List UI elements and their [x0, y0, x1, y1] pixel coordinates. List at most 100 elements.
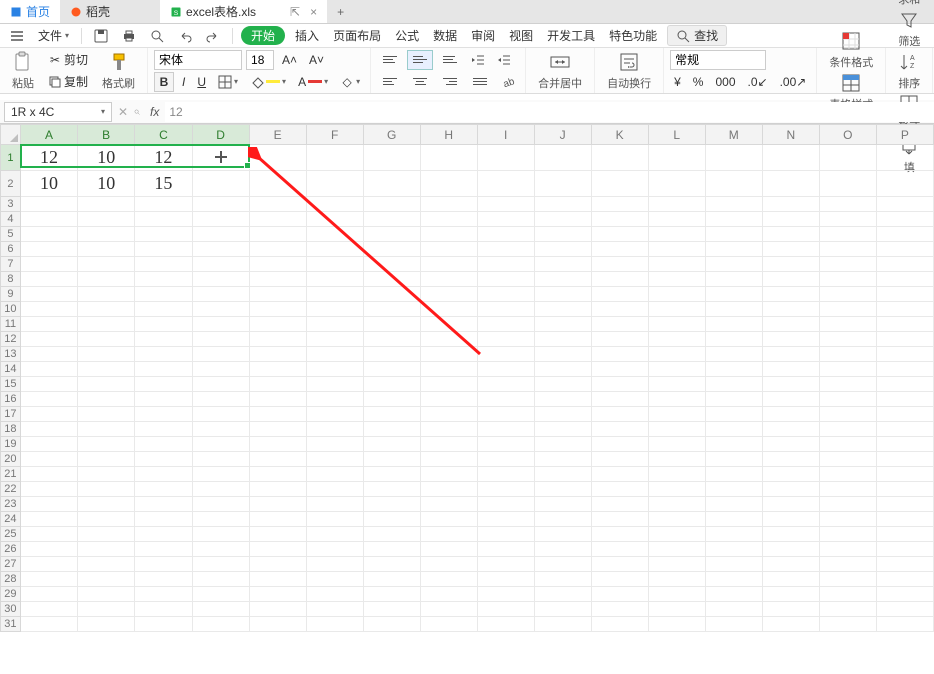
cell[interactable] — [591, 347, 648, 362]
cell[interactable] — [705, 587, 762, 602]
cell[interactable] — [420, 542, 477, 557]
cell[interactable] — [534, 617, 591, 632]
cell[interactable] — [192, 572, 249, 587]
cell[interactable] — [591, 572, 648, 587]
cell[interactable] — [648, 377, 705, 392]
cell[interactable] — [20, 392, 77, 407]
cell[interactable] — [819, 467, 876, 482]
font-size-select[interactable] — [246, 50, 274, 70]
cell[interactable] — [534, 212, 591, 227]
cell[interactable] — [363, 527, 420, 542]
cell[interactable] — [648, 527, 705, 542]
column-header[interactable]: H — [420, 125, 477, 145]
row-header[interactable]: 3 — [1, 197, 21, 212]
cell[interactable] — [534, 377, 591, 392]
cell[interactable] — [249, 542, 306, 557]
cell[interactable] — [192, 227, 249, 242]
cell[interactable] — [648, 317, 705, 332]
cell[interactable] — [591, 497, 648, 512]
column-header[interactable]: E — [249, 125, 306, 145]
tab-layout[interactable]: 页面布局 — [329, 24, 385, 47]
cell[interactable] — [306, 572, 363, 587]
cell[interactable] — [306, 332, 363, 347]
cell[interactable] — [135, 617, 192, 632]
cell[interactable] — [705, 145, 762, 171]
cell[interactable] — [819, 272, 876, 287]
cell[interactable] — [648, 407, 705, 422]
cell[interactable] — [534, 347, 591, 362]
cell[interactable] — [306, 617, 363, 632]
cell[interactable] — [876, 527, 933, 542]
cell[interactable] — [363, 302, 420, 317]
cell[interactable] — [762, 557, 819, 572]
cell[interactable] — [591, 287, 648, 302]
cell[interactable] — [20, 617, 77, 632]
cell[interactable] — [20, 347, 77, 362]
cell[interactable] — [363, 407, 420, 422]
cell[interactable] — [876, 302, 933, 317]
cell[interactable] — [192, 377, 249, 392]
cell[interactable] — [420, 482, 477, 497]
cell[interactable] — [363, 587, 420, 602]
cell[interactable] — [420, 287, 477, 302]
cell[interactable] — [477, 347, 534, 362]
cell[interactable] — [306, 482, 363, 497]
cell[interactable] — [762, 437, 819, 452]
cell[interactable] — [591, 242, 648, 257]
cell[interactable] — [192, 171, 249, 197]
cell[interactable] — [363, 362, 420, 377]
cell[interactable] — [192, 437, 249, 452]
cell[interactable] — [306, 512, 363, 527]
cell[interactable] — [363, 145, 420, 171]
cell[interactable] — [249, 452, 306, 467]
cell[interactable] — [762, 362, 819, 377]
cell[interactable] — [306, 302, 363, 317]
cell[interactable] — [477, 145, 534, 171]
cell[interactable] — [477, 527, 534, 542]
file-menu[interactable]: 文件▾ — [34, 24, 73, 47]
cell[interactable] — [249, 392, 306, 407]
cell[interactable]: 12 — [135, 145, 192, 171]
decrease-font-button[interactable]: A˅ — [305, 50, 328, 70]
cell[interactable]: 10 — [78, 171, 135, 197]
row-header[interactable]: 22 — [1, 482, 21, 497]
copy-button[interactable]: 复制 — [44, 72, 92, 92]
tab-docer[interactable]: 稻壳 — [60, 0, 120, 23]
cell[interactable] — [420, 145, 477, 171]
cell[interactable] — [591, 407, 648, 422]
paste-button[interactable]: 粘贴 — [6, 51, 40, 91]
cell[interactable] — [306, 317, 363, 332]
cell[interactable] — [534, 242, 591, 257]
filter-button[interactable]: 筛选 — [892, 9, 926, 49]
row-header[interactable]: 21 — [1, 467, 21, 482]
cell[interactable] — [135, 197, 192, 212]
cell[interactable] — [363, 257, 420, 272]
cell[interactable] — [135, 302, 192, 317]
cell[interactable] — [192, 422, 249, 437]
cell[interactable] — [78, 407, 135, 422]
cell[interactable] — [591, 512, 648, 527]
cell[interactable] — [249, 437, 306, 452]
cell[interactable] — [762, 422, 819, 437]
cell[interactable] — [78, 452, 135, 467]
cell[interactable] — [876, 347, 933, 362]
cell[interactable] — [135, 437, 192, 452]
cell[interactable] — [20, 362, 77, 377]
cell[interactable] — [648, 467, 705, 482]
cell[interactable] — [20, 497, 77, 512]
cell[interactable] — [363, 497, 420, 512]
cell[interactable] — [762, 452, 819, 467]
cell[interactable] — [249, 212, 306, 227]
cell[interactable] — [705, 287, 762, 302]
cell[interactable] — [534, 332, 591, 347]
cell[interactable] — [135, 422, 192, 437]
cell[interactable] — [591, 317, 648, 332]
cell[interactable] — [306, 212, 363, 227]
justify-button[interactable] — [467, 72, 493, 92]
cell[interactable] — [192, 242, 249, 257]
cell[interactable] — [534, 145, 591, 171]
cell[interactable] — [819, 145, 876, 171]
cell[interactable] — [78, 362, 135, 377]
font-color-button[interactable]: A▾ — [294, 72, 332, 92]
cell[interactable] — [20, 512, 77, 527]
